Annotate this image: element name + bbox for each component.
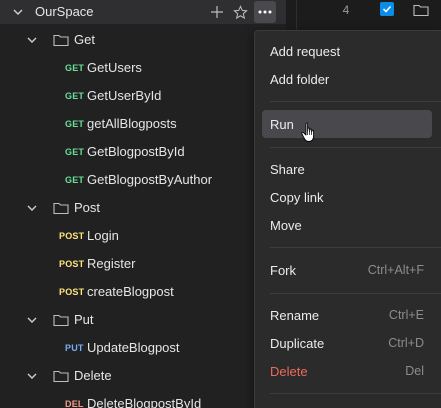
menu-item-label: Share bbox=[270, 161, 305, 177]
menu-item-duplicate[interactable]: Duplicate Ctrl+D bbox=[262, 329, 432, 357]
context-menu: Add request Add folder Run Share Copy li… bbox=[254, 30, 441, 408]
request-row[interactable]: GET GetUserById bbox=[0, 82, 286, 110]
menu-separator bbox=[270, 393, 441, 394]
menu-item-label: Move bbox=[270, 217, 302, 233]
method-badge: GET bbox=[65, 63, 85, 73]
method-badge: PUT bbox=[65, 343, 84, 353]
request-row[interactable]: PUT UpdateBlogpost bbox=[0, 334, 286, 362]
method-badge: POST bbox=[59, 287, 85, 297]
star-icon bbox=[232, 4, 248, 19]
folder-row-post[interactable]: Post bbox=[0, 194, 286, 222]
menu-separator bbox=[270, 247, 441, 248]
request-row[interactable]: GET GetBlogpostByAuthor bbox=[0, 166, 286, 194]
plus-icon bbox=[211, 6, 223, 18]
request-row[interactable]: POST Login bbox=[0, 222, 286, 250]
folder-label: Delete bbox=[74, 368, 112, 383]
method-badge: DEL bbox=[65, 399, 84, 408]
menu-item-delete[interactable]: Delete Del bbox=[262, 357, 432, 385]
row-checkbox[interactable] bbox=[380, 2, 394, 16]
shortcut-label: Ctrl+D bbox=[388, 336, 424, 350]
checkbox-checked-icon bbox=[382, 5, 392, 13]
request-row[interactable]: POST Register bbox=[0, 250, 286, 278]
chevron-down-icon[interactable] bbox=[25, 201, 39, 215]
menu-item-label: Add folder bbox=[270, 71, 330, 87]
folder-row-delete[interactable]: Delete bbox=[0, 362, 286, 390]
menu-item-rename[interactable]: Rename Ctrl+E bbox=[262, 301, 432, 329]
method-badge: POST bbox=[59, 231, 85, 241]
menu-item-run[interactable]: Run bbox=[262, 110, 432, 138]
folder-icon bbox=[53, 202, 69, 215]
request-label: GetBlogpostByAuthor bbox=[87, 172, 213, 187]
menu-item-add-request[interactable]: Add request bbox=[262, 37, 432, 65]
shortcut-label: Del bbox=[405, 364, 424, 378]
chevron-down-icon[interactable] bbox=[25, 369, 39, 383]
folder-icon bbox=[53, 314, 69, 327]
menu-item-label: Rename bbox=[270, 307, 320, 323]
shortcut-label: Ctrl+Alt+F bbox=[367, 263, 424, 277]
folder-label: Post bbox=[74, 200, 101, 215]
request-row[interactable]: DEL DeleteBlogpostById bbox=[0, 390, 286, 408]
menu-item-label: Add request bbox=[270, 43, 341, 59]
method-badge: GET bbox=[65, 175, 85, 185]
shortcut-label: Ctrl+E bbox=[388, 308, 424, 322]
request-row[interactable]: GET GetBlogpostById bbox=[0, 138, 286, 166]
request-label: DeleteBlogpostById bbox=[87, 396, 202, 408]
request-label: createBlogpost bbox=[87, 284, 174, 299]
workspace-name: OurSpace bbox=[35, 4, 94, 19]
more-icon bbox=[258, 10, 272, 14]
menu-item-add-folder[interactable]: Add folder bbox=[262, 65, 432, 93]
folder-row-put[interactable]: Put bbox=[0, 306, 286, 334]
hand-cursor-icon bbox=[301, 122, 315, 142]
request-row[interactable]: GET GetUsers bbox=[0, 54, 286, 82]
request-label: UpdateBlogpost bbox=[87, 340, 180, 355]
menu-separator bbox=[270, 147, 441, 148]
folder-icon bbox=[53, 34, 69, 47]
menu-item-label: Fork bbox=[270, 262, 296, 278]
folder-icon bbox=[53, 370, 69, 383]
folder-label: Get bbox=[74, 32, 95, 47]
folder-row-get[interactable]: Get bbox=[0, 26, 286, 54]
row-number: 4 bbox=[342, 3, 350, 17]
menu-separator bbox=[270, 101, 441, 102]
request-label: getAllBlogposts bbox=[87, 116, 177, 131]
request-label: Register bbox=[87, 256, 136, 271]
request-row[interactable]: GET getAllBlogposts bbox=[0, 110, 286, 138]
chevron-down-icon[interactable] bbox=[11, 5, 25, 19]
method-badge: POST bbox=[59, 259, 85, 269]
menu-item-label: Duplicate bbox=[270, 335, 325, 351]
collection-sidebar: OurSpace Get GET GetUsers GET GetUserByI… bbox=[0, 0, 286, 408]
menu-item-label: Copy link bbox=[270, 189, 324, 205]
menu-item-move[interactable]: Move bbox=[262, 211, 432, 239]
request-label: GetBlogpostById bbox=[87, 144, 185, 159]
folder-label: Put bbox=[74, 312, 94, 327]
chevron-down-icon[interactable] bbox=[25, 33, 39, 47]
menu-item-fork[interactable]: Fork Ctrl+Alt+F bbox=[262, 256, 432, 284]
add-button[interactable] bbox=[208, 3, 226, 21]
method-badge: GET bbox=[65, 119, 85, 129]
favorite-button[interactable] bbox=[231, 3, 249, 21]
request-label: Login bbox=[87, 228, 119, 243]
request-label: GetUsers bbox=[87, 60, 142, 75]
more-actions-button[interactable] bbox=[254, 1, 276, 23]
method-badge: GET bbox=[65, 91, 85, 101]
menu-item-copy-link[interactable]: Copy link bbox=[262, 183, 432, 211]
request-row[interactable]: POST createBlogpost bbox=[0, 278, 286, 306]
menu-item-label: Run bbox=[270, 116, 294, 132]
method-badge: GET bbox=[65, 147, 85, 157]
folder-icon bbox=[413, 4, 429, 17]
request-label: GetUserById bbox=[87, 88, 162, 103]
workspace-row[interactable]: OurSpace bbox=[0, 0, 286, 24]
menu-item-share[interactable]: Share bbox=[262, 155, 432, 183]
menu-item-label: Delete bbox=[270, 363, 308, 379]
chevron-down-icon[interactable] bbox=[25, 313, 39, 327]
menu-separator bbox=[270, 293, 441, 294]
